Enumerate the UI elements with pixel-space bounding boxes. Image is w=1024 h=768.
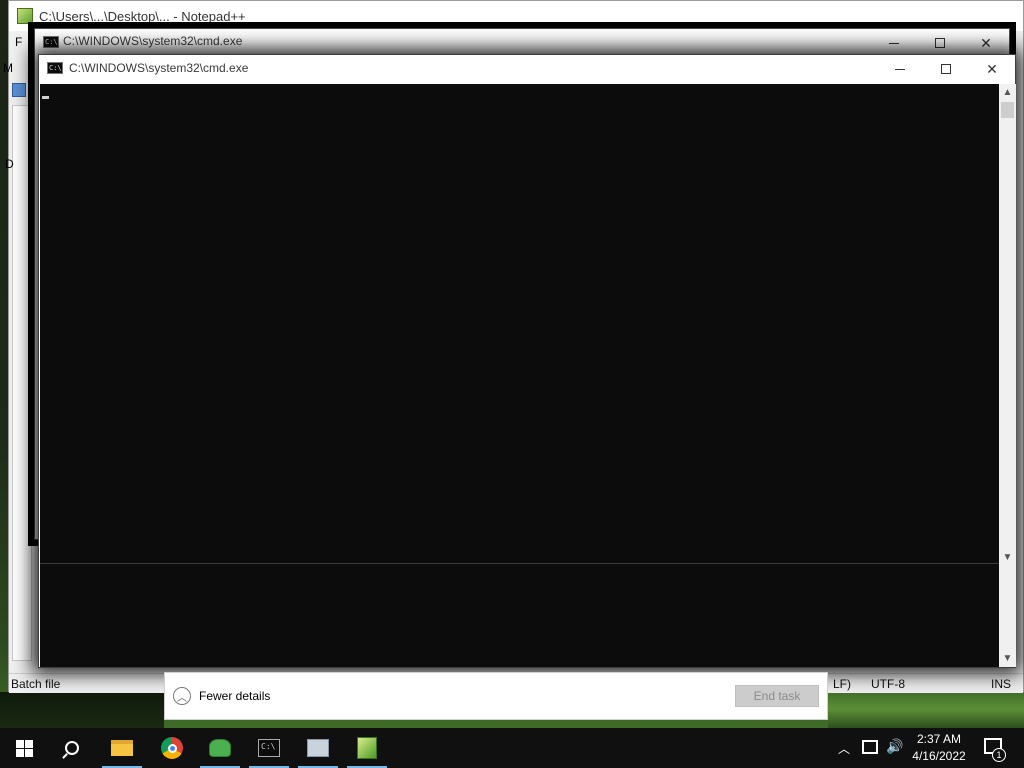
- cmd-front-title: C:\WINDOWS\system32\cmd.exe: [69, 61, 249, 75]
- remote-desktop-icon: [307, 739, 329, 757]
- notepad-toolbar-new-icon[interactable]: [12, 83, 26, 97]
- chrome-icon: [161, 737, 183, 759]
- notepad-menu-fragment[interactable]: M: [3, 61, 13, 75]
- console-output[interactable]: [40, 84, 999, 667]
- taskbar-frog-app[interactable]: [196, 728, 244, 768]
- notification-count-badge: 1: [992, 748, 1006, 762]
- clock-date: 4/16/2022: [912, 749, 966, 763]
- scrollbar-thumb[interactable]: [1001, 102, 1014, 118]
- maximize-button[interactable]: [923, 55, 969, 83]
- wallpaper-grass-left: [0, 692, 164, 728]
- notepad-plus-plus-icon: [17, 8, 33, 24]
- maximize-icon: [935, 38, 945, 48]
- minimize-icon: [895, 68, 905, 70]
- minimize-icon: [889, 42, 899, 44]
- status-mode: INS: [991, 677, 1012, 691]
- close-icon: ✕: [986, 60, 998, 77]
- chevron-up-circle-icon: ︿: [173, 687, 191, 705]
- cmd-front-titlebar[interactable]: C:\ C:\WINDOWS\system32\cmd.exe ✕: [39, 55, 1015, 83]
- folder-icon: [111, 740, 133, 756]
- end-task-button[interactable]: End task: [735, 685, 819, 707]
- close-button[interactable]: ✕: [969, 55, 1015, 83]
- status-eol: LF): [833, 677, 851, 691]
- notepad-editor-area[interactable]: [12, 105, 32, 661]
- notepad-plus-plus-icon: [357, 737, 377, 759]
- minimize-button[interactable]: [871, 29, 917, 57]
- fewer-details-toggle[interactable]: ︿ Fewer details: [173, 687, 270, 705]
- fewer-details-label[interactable]: Fewer details: [199, 689, 270, 703]
- cmd-icon: C:\: [258, 739, 280, 757]
- taskbar-chrome[interactable]: [148, 728, 196, 768]
- scroll-down-button[interactable]: ▼: [999, 650, 1016, 667]
- status-encoding: UTF-8: [871, 677, 905, 691]
- system-clock[interactable]: 2:37 AM 4/16/2022: [906, 731, 972, 765]
- search-icon: [65, 741, 79, 755]
- status-file-type: Batch file: [11, 677, 61, 691]
- chevron-down-icon: ▼: [1002, 552, 1013, 563]
- notepad-title: C:\Users\...\Desktop\... - Notepad++: [39, 9, 246, 24]
- taskbar: C:\ ︿ 🔊 2:37 AM 4/16/2022 1: [0, 728, 1024, 768]
- chevron-up-icon: ▲: [1002, 87, 1013, 98]
- notepad-menu-file[interactable]: F: [15, 35, 22, 49]
- show-hidden-icons-button[interactable]: ︿: [838, 740, 850, 757]
- cmd-back-titlebar[interactable]: C:\ C:\WINDOWS\system32\cmd.exe ✕: [35, 29, 1009, 55]
- notepad-side-fragment: D: [5, 157, 14, 171]
- start-button[interactable]: [0, 728, 48, 768]
- taskbar-notepad-plus-plus[interactable]: [343, 728, 391, 768]
- search-button[interactable]: [48, 728, 96, 768]
- cmd-back-title: C:\WINDOWS\system32\cmd.exe: [63, 34, 243, 48]
- taskbar-file-explorer[interactable]: [98, 728, 146, 768]
- task-manager-footer: ︿ Fewer details End task: [164, 672, 828, 720]
- text-cursor: [42, 96, 49, 99]
- console-divider: [40, 563, 999, 564]
- scroll-up-button[interactable]: ▲: [999, 84, 1016, 101]
- taskbar-remote-desktop[interactable]: [294, 728, 342, 768]
- volume-icon[interactable]: 🔊: [886, 738, 903, 755]
- maximize-icon: [941, 64, 951, 74]
- cmd-icon: C:\: [43, 36, 59, 48]
- maximize-button[interactable]: [917, 29, 963, 57]
- network-icon[interactable]: [862, 740, 878, 754]
- scroll-down-button-upper[interactable]: ▼: [999, 549, 1016, 566]
- windows-logo-icon: [15, 739, 33, 757]
- taskbar-command-prompt[interactable]: C:\: [245, 728, 293, 768]
- chevron-down-icon: ▼: [1002, 653, 1013, 664]
- frog-icon: [209, 739, 231, 757]
- notepad-titlebar[interactable]: C:\Users\...\Desktop\... - Notepad++: [9, 1, 1023, 31]
- close-icon: ✕: [980, 34, 992, 51]
- minimize-button[interactable]: [877, 55, 923, 83]
- close-button[interactable]: ✕: [963, 29, 1009, 57]
- wallpaper-grass: [828, 690, 1024, 728]
- clock-time: 2:37 AM: [916, 732, 962, 746]
- cmd-window-front[interactable]: C:\ C:\WINDOWS\system32\cmd.exe ✕ ▲ ▼ ▼: [38, 54, 1016, 668]
- vertical-scrollbar[interactable]: ▲ ▼ ▼: [999, 84, 1016, 667]
- cmd-icon: C:\: [47, 62, 63, 74]
